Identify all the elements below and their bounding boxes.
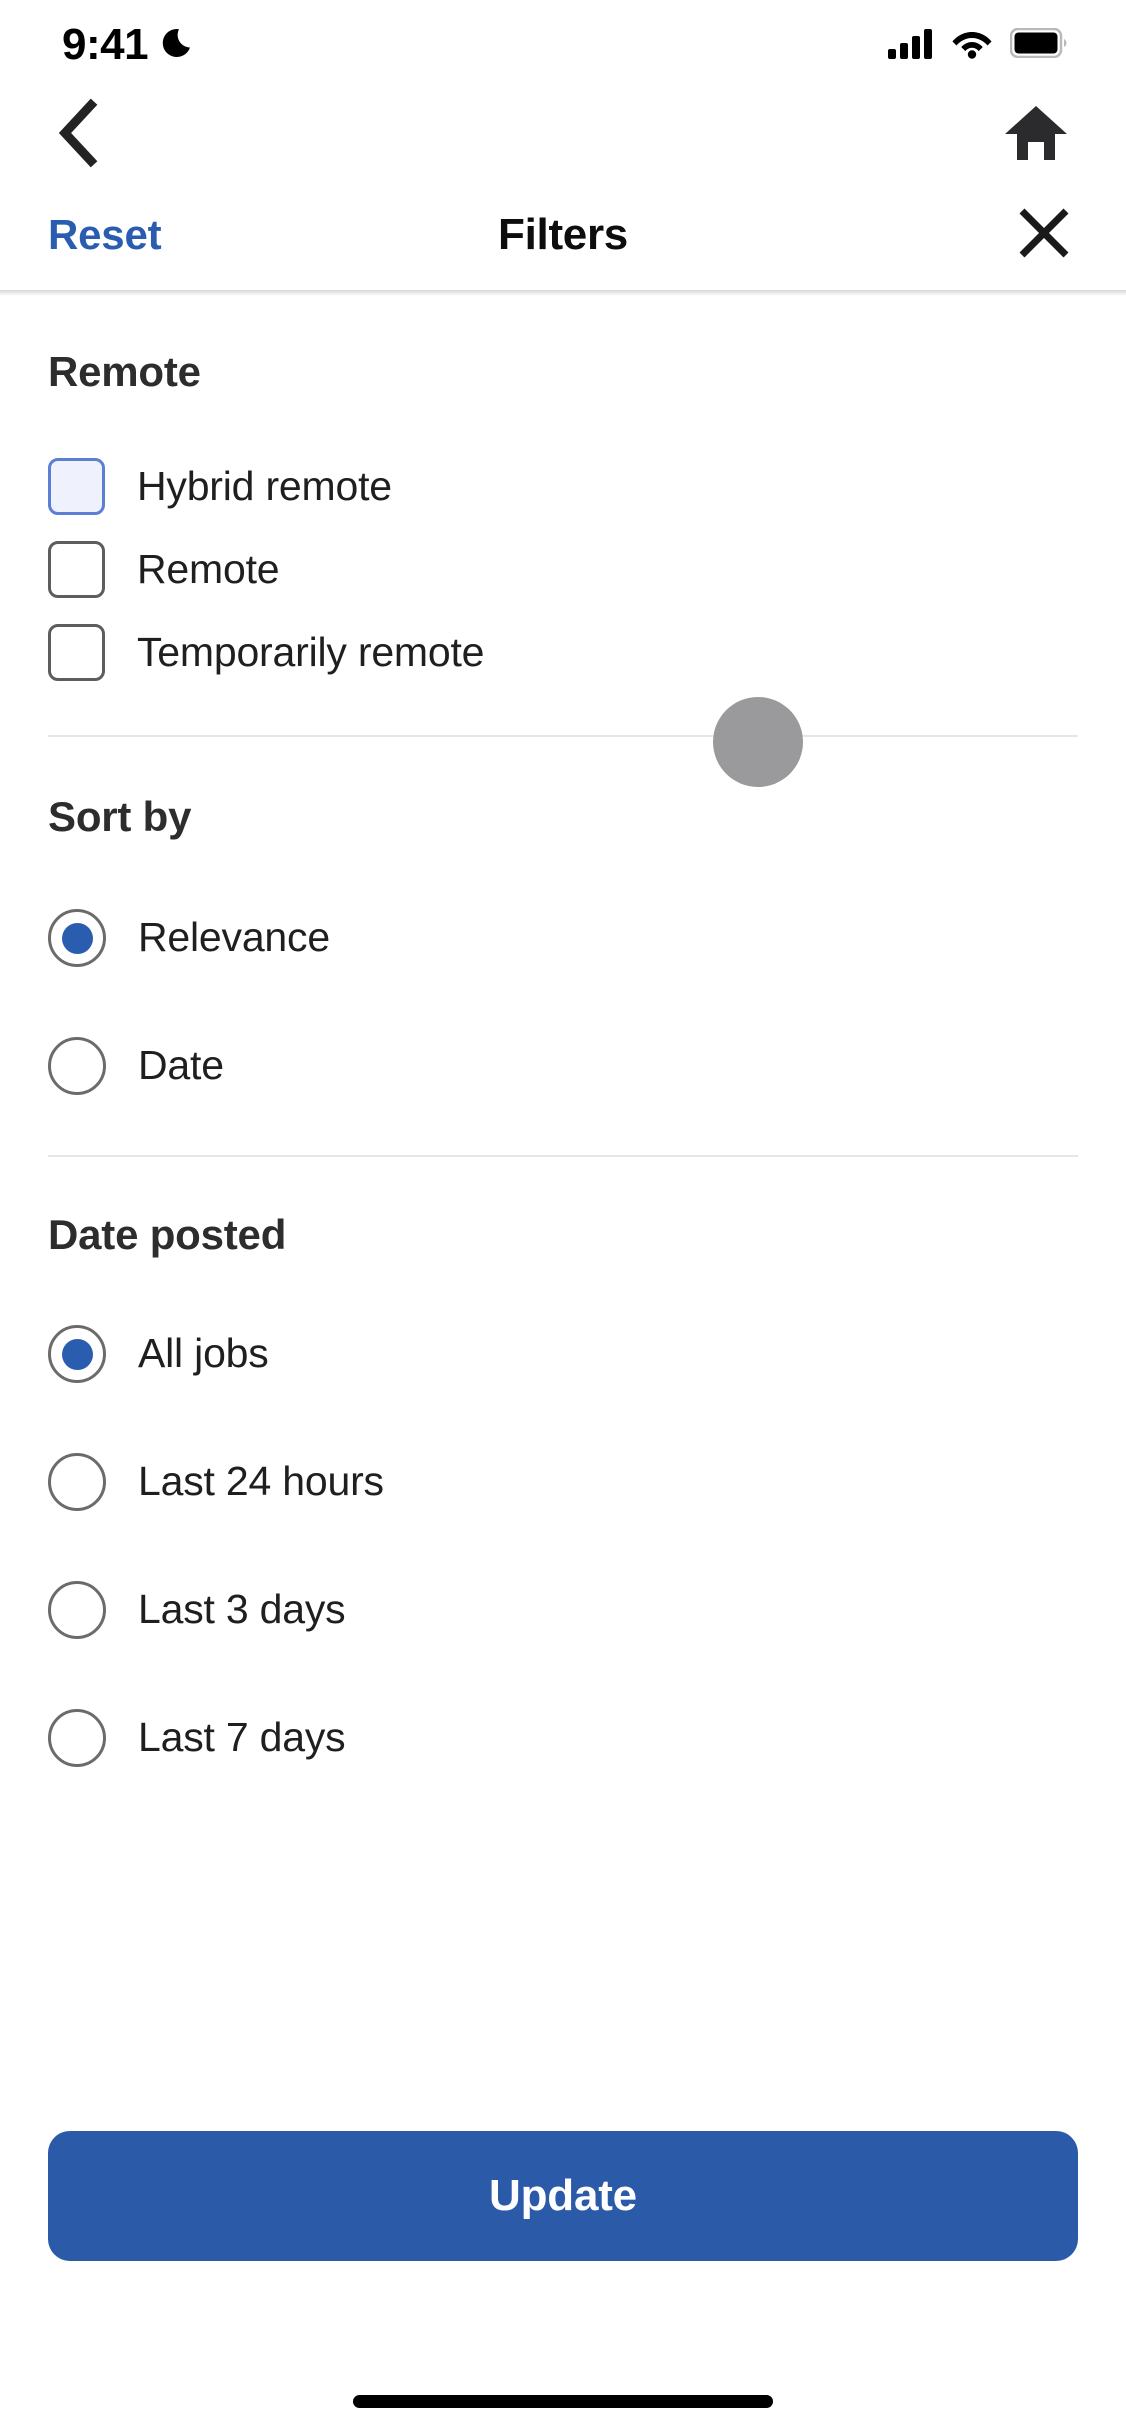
checkbox-label-remote: Remote [137, 545, 280, 592]
section-title-date-posted: Date posted [48, 1211, 287, 1258]
section-title-remote: Remote [48, 348, 201, 395]
radio-label-all-jobs: All jobs [138, 1330, 269, 1377]
radio-label-date: Date [138, 1042, 224, 1089]
radio-row-last-3-days[interactable]: Last 3 days [48, 1581, 1078, 1639]
update-button[interactable]: Update [48, 2131, 1078, 2261]
touch-indicator [713, 697, 803, 787]
status-bar-left: 9:41 [62, 23, 200, 68]
radio-label-relevance: Relevance [138, 914, 330, 961]
header-divider-shadow [0, 290, 1126, 296]
checkbox-row-temporarily-remote[interactable]: Temporarily remote [48, 624, 1078, 681]
status-bar: 9:41 [0, 0, 1126, 90]
phone-screen: 9:41 Reset Filters Remote Hybrid remote … [0, 0, 1126, 2436]
reset-button[interactable]: Reset [48, 211, 162, 259]
radio-relevance[interactable] [48, 909, 106, 967]
filters-scroll-area[interactable]: Remote Hybrid remote Remote Temporarily … [0, 296, 1126, 2356]
radio-row-all-jobs[interactable]: All jobs [48, 1325, 1078, 1383]
cellular-signal-icon [888, 27, 934, 64]
status-bar-right [888, 27, 1068, 64]
checkbox-temporarily-remote[interactable] [48, 624, 105, 681]
radio-last-7-days[interactable] [48, 1709, 106, 1767]
checkbox-label-hybrid-remote: Hybrid remote [137, 462, 392, 509]
checkbox-row-hybrid-remote[interactable]: Hybrid remote [48, 458, 1078, 515]
home-indicator [353, 2395, 773, 2408]
checkbox-label-temporarily-remote: Temporarily remote [137, 628, 485, 675]
date-posted-options: All jobs Last 24 hours Last 3 days Last … [0, 1259, 1126, 1767]
close-button[interactable] [1008, 199, 1080, 271]
back-button[interactable] [38, 93, 122, 177]
radio-label-last-24-hours: Last 24 hours [138, 1458, 384, 1505]
status-bar-clock: 9:41 [62, 20, 149, 69]
filters-header: Reset Filters [0, 180, 1126, 290]
checkbox-remote[interactable] [48, 541, 105, 598]
page-title: Filters [498, 210, 628, 259]
radio-label-last-3-days: Last 3 days [138, 1586, 346, 1633]
checkbox-row-remote[interactable]: Remote [48, 541, 1078, 598]
chevron-left-icon [53, 97, 107, 174]
home-icon [1003, 103, 1069, 168]
section-date-posted: Date posted [0, 1157, 1126, 1259]
radio-last-24-hours[interactable] [48, 1453, 106, 1511]
section-title-sort-by: Sort by [48, 793, 192, 840]
radio-row-relevance[interactable]: Relevance [48, 909, 1078, 967]
remote-options: Hybrid remote Remote Temporarily remote [0, 396, 1126, 681]
radio-last-3-days[interactable] [48, 1581, 106, 1639]
crescent-moon-icon [160, 23, 200, 68]
close-x-icon [1015, 204, 1073, 267]
radio-date[interactable] [48, 1037, 106, 1095]
section-sort-by: Sort by [0, 737, 1126, 841]
section-remote: Remote [0, 296, 1126, 396]
radio-row-last-24-hours[interactable]: Last 24 hours [48, 1453, 1078, 1511]
radio-all-jobs[interactable] [48, 1325, 106, 1383]
radio-label-last-7-days: Last 7 days [138, 1714, 346, 1761]
radio-row-last-7-days[interactable]: Last 7 days [48, 1709, 1078, 1767]
battery-full-icon [1009, 27, 1068, 63]
radio-row-date[interactable]: Date [48, 1037, 1078, 1095]
wifi-icon [951, 27, 993, 64]
home-button[interactable] [994, 93, 1078, 177]
navigation-bar [0, 90, 1126, 180]
sort-by-options: Relevance Date [0, 841, 1126, 1095]
checkbox-hybrid-remote[interactable] [48, 458, 105, 515]
